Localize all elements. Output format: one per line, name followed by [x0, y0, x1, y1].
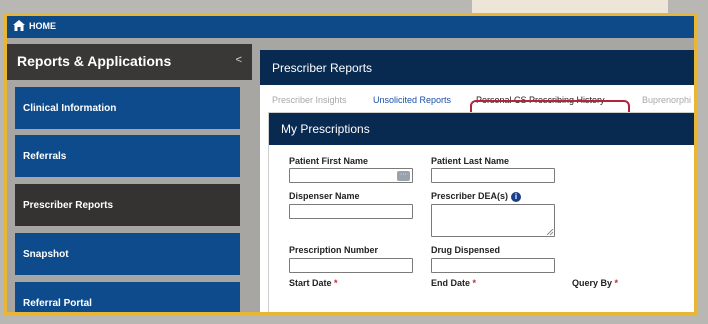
- prescriber-dea-textarea[interactable]: [431, 204, 555, 237]
- sidebar-item-clinical-information[interactable]: Clinical Information: [15, 87, 240, 129]
- sidebar-title: Reports & Applications <: [7, 44, 252, 80]
- patient-last-name-label: Patient Last Name: [431, 156, 510, 166]
- sidebar-item-snapshot[interactable]: Snapshot: [15, 233, 240, 275]
- prescription-number-input[interactable]: [289, 258, 413, 273]
- top-navbar: HOME: [7, 16, 694, 38]
- home-icon: [13, 20, 25, 31]
- dispenser-name-label: Dispenser Name: [289, 191, 360, 201]
- card-title: Prescriber Reports: [260, 50, 694, 85]
- prescriber-dea-label-text: Prescriber DEA(s): [431, 191, 509, 201]
- drug-dispensed-label: Drug Dispensed: [431, 245, 501, 255]
- sidebar-item-label: Referral Portal: [23, 298, 92, 309]
- sidebar-title-text: Reports & Applications: [17, 53, 172, 69]
- patient-last-name-input[interactable]: [431, 168, 555, 183]
- patient-first-name-label: Patient First Name: [289, 156, 369, 166]
- prescriber-reports-card: Prescriber Reports Prescriber Insights U…: [260, 50, 694, 312]
- frame-top-tab: [472, 0, 668, 14]
- home-link[interactable]: HOME: [13, 20, 56, 31]
- dispenser-name-input[interactable]: [289, 204, 413, 219]
- sidebar-item-prescriber-reports[interactable]: Prescriber Reports: [15, 184, 240, 226]
- sidebar-item-label: Prescriber Reports: [23, 200, 114, 211]
- patient-first-name-input[interactable]: ···: [289, 168, 413, 183]
- required-marker: *: [472, 278, 477, 288]
- collapse-sidebar-icon[interactable]: <: [236, 54, 242, 66]
- tab-prescriber-insights[interactable]: Prescriber Insights: [272, 95, 347, 105]
- main-content: Prescriber Reports Prescriber Insights U…: [252, 38, 694, 312]
- required-marker: *: [614, 278, 619, 288]
- start-date-label: Start Date *: [289, 278, 338, 288]
- panel-title: My Prescriptions: [269, 113, 694, 145]
- sidebar-item-label: Snapshot: [23, 249, 69, 260]
- sidebar-item-label: Clinical Information: [23, 103, 117, 114]
- end-date-label: End Date *: [431, 278, 476, 288]
- sidebar-item-label: Referrals: [23, 151, 67, 162]
- prescription-number-label: Prescription Number: [289, 245, 379, 255]
- query-by-label-text: Query By: [572, 278, 613, 288]
- my-prescriptions-panel: My Prescriptions Patient First Name ··· …: [268, 112, 694, 312]
- home-label: HOME: [29, 20, 56, 31]
- sidebar-item-referral-portal[interactable]: Referral Portal: [15, 282, 240, 312]
- info-icon[interactable]: i: [511, 192, 522, 202]
- tab-unsolicited-reports[interactable]: Unsolicited Reports: [373, 95, 451, 105]
- prescriber-dea-label: Prescriber DEA(s) i: [431, 191, 522, 202]
- end-date-label-text: End Date: [431, 278, 471, 288]
- query-by-label: Query By *: [572, 278, 618, 288]
- start-date-label-text: Start Date: [289, 278, 332, 288]
- required-marker: *: [334, 278, 338, 288]
- lookup-icon[interactable]: ···: [397, 171, 410, 181]
- tab-buprenorphine[interactable]: Buprenorphi: [642, 95, 691, 105]
- resize-grip-icon[interactable]: [547, 229, 553, 235]
- app-window: HOME Reports & Applications < Clinical I…: [4, 13, 697, 315]
- drug-dispensed-input[interactable]: [431, 258, 555, 273]
- sidebar-item-referrals[interactable]: Referrals: [15, 135, 240, 177]
- sidebar: Reports & Applications < Clinical Inform…: [7, 38, 252, 312]
